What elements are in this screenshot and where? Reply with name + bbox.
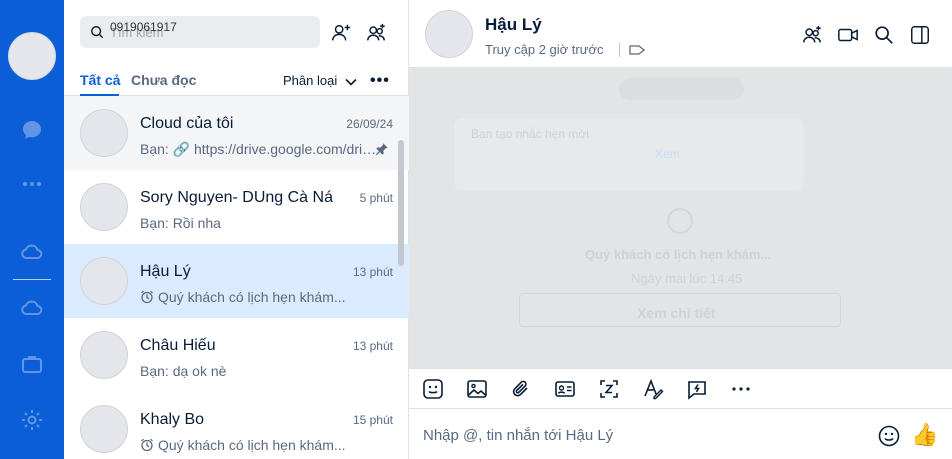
conversation-info-icon[interactable]: [909, 24, 931, 46]
ghost-detail-label: Xem chi tiết: [637, 305, 716, 321]
list-scrollbar[interactable]: [398, 140, 404, 266]
image-icon[interactable]: [466, 378, 488, 400]
avatar: [80, 109, 128, 157]
composer-toolbar: [409, 368, 952, 409]
conversation-item[interactable]: Cloud của tôi 26/09/24 Bạn: 🔗 https://dr…: [64, 96, 409, 170]
screenshot-icon[interactable]: [598, 378, 620, 400]
conversation-name: Cloud của tôi: [140, 115, 234, 132]
conversation-item[interactable]: Châu Hiếu 13 phút Bạn: dạ ok nè: [64, 318, 409, 392]
search-icon[interactable]: [873, 24, 895, 46]
conversation-preview: Bạn: 🔗 https://drive.google.com/drive/fo…: [140, 141, 380, 157]
conversation-panel: 0919061917 Tất cả Chưa đọc Phân loại •••…: [64, 0, 409, 459]
search-box[interactable]: [80, 16, 320, 48]
avatar: [80, 405, 128, 453]
preview-text: Quý khách có lịch hẹn khám...: [158, 437, 346, 453]
alarm-clock-icon: [141, 438, 153, 452]
zalo-app: 0919061917 Tất cả Chưa đọc Phân loại •••…: [0, 0, 952, 459]
avatar: [80, 183, 128, 231]
ghost-date-pill: [619, 78, 744, 100]
ghost-reminder-title: Bạn tạo nhắc hẹn mới: [471, 127, 589, 141]
conversation-list: Cloud của tôi 26/09/24 Bạn: 🔗 https://dr…: [64, 96, 409, 459]
conversation-name: Sory Nguyen- DUng Cà Ná: [140, 189, 333, 206]
chat-area: Hậu Lý Truy cập 2 giờ trước Bạn tạo nhắc…: [409, 0, 952, 459]
more-tools-icon[interactable]: [730, 378, 752, 400]
ghost-message: Quý khách có lịch hẹn khám...: [585, 247, 772, 262]
message-input[interactable]: [423, 424, 863, 446]
chat-header: Hậu Lý Truy cập 2 giờ trước: [409, 0, 952, 68]
tab-all[interactable]: Tất cả: [80, 72, 120, 88]
conversation-time: 13 phút: [352, 339, 393, 353]
avatar: [80, 257, 128, 305]
tag-icon[interactable]: [628, 42, 646, 58]
chevron-down-icon[interactable]: [344, 75, 358, 89]
conversation-time: 26/09/24: [346, 117, 393, 131]
quick-message-icon[interactable]: [686, 378, 708, 400]
search-input[interactable]: [110, 23, 310, 41]
contact-card-icon[interactable]: [554, 378, 576, 400]
add-to-group-icon[interactable]: [801, 24, 823, 46]
conversation-time: 5 phút: [359, 191, 393, 205]
alarm-clock-icon: [141, 290, 153, 304]
conversation-name: Châu Hiếu: [140, 337, 216, 354]
settings-icon[interactable]: [20, 408, 44, 432]
conversation-preview: Bạn: dạ ok nè: [140, 363, 227, 379]
tab-unread[interactable]: Chưa đọc: [131, 72, 196, 88]
ghost-clock-icon: [667, 208, 693, 234]
my-avatar[interactable]: [8, 32, 56, 80]
like-button[interactable]: 👍: [911, 421, 939, 449]
contact-avatar[interactable]: [425, 10, 473, 58]
classify-dropdown[interactable]: Phân loại: [283, 73, 337, 88]
message-area: Bạn tạo nhắc hẹn mới Xem Quý khách có lị…: [409, 68, 952, 368]
last-seen-status: Truy cập 2 giờ trước: [485, 42, 604, 57]
emoji-icon[interactable]: [877, 424, 901, 448]
more-options-button[interactable]: •••: [370, 72, 390, 90]
sticker-icon[interactable]: [422, 378, 444, 400]
pin-icon: [375, 143, 388, 156]
add-friend-icon[interactable]: [330, 22, 352, 44]
conversation-preview: Quý khách có lịch hẹn khám...: [140, 289, 380, 305]
conversation-item[interactable]: Sory Nguyen- DUng Cà Ná 5 phút Bạn: Rồi …: [64, 170, 409, 244]
avatar: [80, 331, 128, 379]
message-icon[interactable]: [20, 118, 44, 142]
preview-text: Quý khách có lịch hẹn khám...: [158, 289, 346, 305]
conversation-item-active[interactable]: Hậu Lý 13 phút Quý khách có lịch hẹn khá…: [64, 244, 409, 318]
status-divider: [619, 43, 620, 57]
briefcase-icon[interactable]: [20, 352, 44, 376]
cloud-storage-icon[interactable]: [20, 296, 44, 320]
search-icon: [91, 26, 104, 39]
conversation-tabs: Tất cả Chưa đọc Phân loại •••: [64, 64, 409, 96]
conversation-preview: Bạn: Rồi nha: [140, 215, 221, 231]
conversation-time: 13 phút: [352, 265, 393, 279]
ghost-when: Ngày mai lúc 14:45: [631, 271, 743, 286]
more-icon[interactable]: [20, 172, 44, 196]
video-call-icon[interactable]: [837, 24, 859, 46]
cloud-icon[interactable]: [20, 240, 44, 264]
conversation-item[interactable]: Khaly Bo 15 phút Quý khách có lịch hẹn k…: [64, 392, 409, 459]
nav-rail: [0, 0, 64, 459]
text-format-icon[interactable]: [642, 378, 664, 400]
rail-divider: [13, 279, 51, 280]
conversation-name: Khaly Bo: [140, 411, 205, 428]
composer: 👍: [409, 409, 952, 459]
attachment-icon[interactable]: [510, 378, 532, 400]
create-group-icon[interactable]: [365, 22, 387, 44]
contact-name[interactable]: Hậu Lý: [485, 15, 542, 35]
conversation-time: 15 phút: [352, 413, 393, 427]
conversation-name: Hậu Lý: [140, 263, 191, 280]
conversation-preview: Quý khách có lịch hẹn khám...: [140, 437, 380, 453]
ghost-view-link: Xem: [655, 147, 680, 161]
